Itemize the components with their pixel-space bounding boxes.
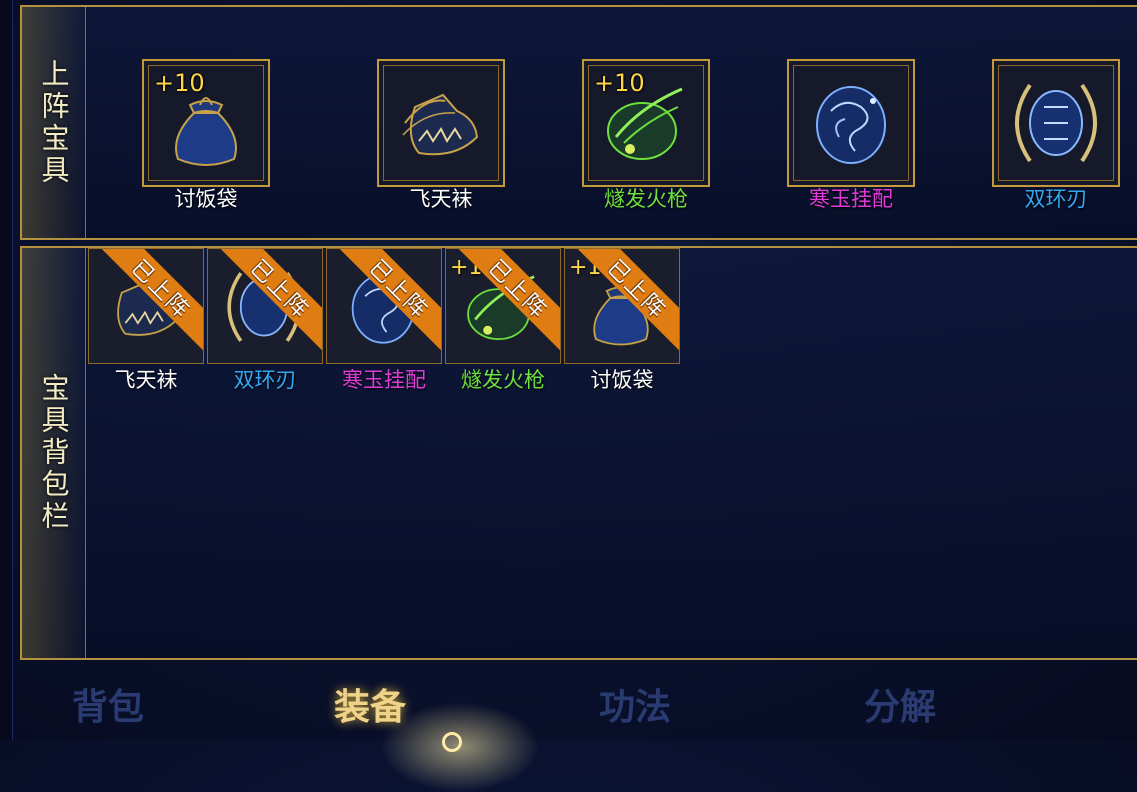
bag-title-text: 宝具背包栏 [37,373,71,533]
flying-sock-icon [402,93,479,156]
bag-slot-3[interactable]: 已上阵 [326,248,442,364]
tab-skills[interactable]: 功法 [565,678,705,730]
bottom-tab-bar: 背包 装备 功法 分解 [0,662,1137,792]
equipped-item-name: 寒玉挂配 [809,187,893,211]
equipped-treasures-panel: 上阵宝具 +10 讨饭袋 飞天袜 +10 燧发火枪 寒玉挂配 双环刃 [20,5,1137,240]
equipped-item-name: 飞天袜 [409,187,473,211]
bag-item-name: 讨饭袋 [590,368,654,392]
tab-bag[interactable]: 背包 [38,678,178,730]
equipped-slot-5[interactable] [992,59,1120,187]
equipped-item-name: 双环刃 [1024,187,1088,211]
equipped-slot-2[interactable] [377,59,505,187]
equipped-item-name: 燧发火枪 [604,187,688,211]
bag-slot-1[interactable]: 已上阵 [88,248,204,364]
equipped-slot-1[interactable]: +10 [142,59,270,187]
tab-disassemble[interactable]: 分解 [830,678,970,730]
enhance-level: +10 [594,69,645,97]
tab-equipment[interactable]: 装备 [300,678,440,730]
equipped-slot-4[interactable] [787,59,915,187]
equipped-panel-title: 上阵宝具 [22,7,86,238]
treasure-bag-panel: 宝具背包栏 已上阵 飞天袜 已上阵 双环刃 已上阵 寒玉挂配 +1 已上阵 燧发… [20,246,1137,660]
active-tab-indicator [442,732,462,752]
bag-panel-title: 宝具背包栏 [22,248,86,658]
bag-slot-2[interactable]: 已上阵 [207,248,323,364]
equipped-item-name: 讨饭袋 [174,187,238,211]
double-ring-blade-icon [1015,83,1097,163]
bag-slot-5[interactable]: +1 已上阵 [564,248,680,364]
bag-slot-4[interactable]: +1 已上阵 [445,248,561,364]
equipped-slot-3[interactable]: +10 [582,59,710,187]
left-edge-strip [0,0,13,740]
jade-pendant-icon [816,86,886,164]
equipped-title-text: 上阵宝具 [37,58,71,187]
enhance-level: +10 [154,69,205,97]
